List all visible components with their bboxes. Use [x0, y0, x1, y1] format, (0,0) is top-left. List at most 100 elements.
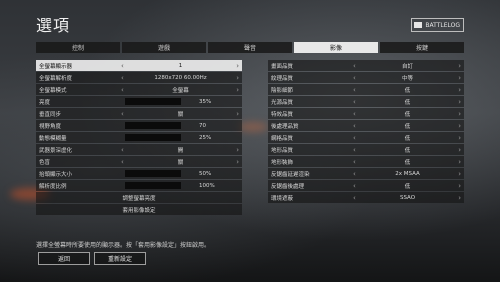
tab-audio[interactable]: 聲音 — [208, 42, 292, 53]
setting-row-antialiasing-deferred[interactable]: 反鋸齒延遲渲染 ‹ 2x MSAA › — [268, 168, 464, 179]
setting-row-field-of-view[interactable]: 視野角度 70 — [36, 120, 242, 131]
setting-row-fullscreen-display[interactable]: 全螢幕顯示器 ‹ 1 › — [36, 60, 242, 71]
setting-value: 25% — [199, 134, 212, 141]
setting-value: 低 — [404, 135, 411, 142]
setting-value: 70 — [199, 122, 206, 129]
arrow-right-icon[interactable]: › — [458, 110, 461, 118]
arrow-right-icon[interactable]: › — [236, 62, 239, 70]
setting-row-vsync[interactable]: 垂直同步 ‹ 關 › — [36, 108, 242, 119]
setting-label: 全螢幕解析度 — [39, 75, 73, 82]
setting-label: 全螢幕模式 — [39, 87, 67, 94]
setting-value: 低 — [404, 159, 411, 166]
battlelog-button[interactable]: BATTLELOG — [411, 18, 464, 32]
help-text: 選擇全螢幕時所要使用的顯示器。按「套用影像設定」按鈕啟用。 — [36, 242, 211, 249]
setting-row-lighting-quality[interactable]: 光源品質 ‹ 低 › — [268, 96, 464, 107]
setting-label: 反鋸齒延遲渲染 — [271, 171, 310, 178]
slider-track[interactable] — [125, 98, 181, 105]
arrow-right-icon[interactable]: › — [458, 86, 461, 94]
setting-label: 地形裝飾 — [271, 159, 294, 166]
setting-value: 1 — [178, 62, 183, 69]
arrow-right-icon[interactable]: › — [458, 170, 461, 178]
slider-track[interactable] — [125, 182, 181, 189]
setting-row-post-process-quality[interactable]: 後處理品質 ‹ 低 › — [268, 120, 464, 131]
setting-row-weapon-dof[interactable]: 武器景深虛化 ‹ 開 › — [36, 144, 242, 155]
setting-value: 開 — [177, 147, 184, 154]
setting-row-mesh-quality[interactable]: 網格品質 ‹ 低 › — [268, 132, 464, 143]
setting-label: 環境遮蔽 — [271, 195, 294, 202]
arrow-right-icon[interactable]: › — [458, 134, 461, 142]
arrow-right-icon[interactable]: › — [236, 86, 239, 94]
background-light — [238, 122, 268, 132]
setting-row-resolution-scale[interactable]: 解析度比例 100% — [36, 180, 242, 191]
setting-label: 視野角度 — [39, 123, 62, 130]
setting-row-graphics-quality[interactable]: 畫面品質 ‹ 自訂 › — [268, 60, 464, 71]
setting-label: 色盲 — [39, 159, 51, 166]
setting-label: 反鋸齒後處理 — [271, 183, 305, 190]
setting-row-colorblind[interactable]: 色盲 ‹ 關 › — [36, 156, 242, 167]
setting-value: 2x MSAA — [395, 170, 420, 177]
setting-label: 武器景深虛化 — [39, 147, 73, 154]
tab-keybindings[interactable]: 按鍵 — [380, 42, 464, 53]
setting-value: 50% — [199, 170, 212, 177]
left-settings-column: 全螢幕顯示器 ‹ 1 › 全螢幕解析度 ‹ 1280x720 60.00Hz ›… — [36, 60, 242, 216]
arrow-right-icon[interactable]: › — [458, 62, 461, 70]
reset-button[interactable]: 重新設定 — [94, 252, 146, 265]
setting-label: 全螢幕顯示器 — [39, 63, 73, 70]
setting-label: 特效品質 — [271, 111, 294, 118]
setting-label: 動態模糊量 — [39, 135, 67, 142]
setting-label: 解析度比例 — [39, 183, 67, 190]
settings-tabs: 控制 遊戲 聲音 影像 按鍵 — [36, 42, 464, 53]
setting-row-fullscreen-mode[interactable]: 全螢幕模式 ‹ 全螢幕 › — [36, 84, 242, 95]
setting-value: 自訂 — [401, 63, 413, 70]
arrow-right-icon[interactable]: › — [236, 110, 239, 118]
battlelog-icon — [414, 22, 423, 28]
setting-label: 抬頭顯示大小 — [39, 171, 73, 178]
setting-row-effects-quality[interactable]: 特效品質 ‹ 低 › — [268, 108, 464, 119]
setting-value: 低 — [404, 123, 411, 130]
tab-video[interactable]: 影像 — [294, 42, 378, 53]
setting-value: 關 — [177, 159, 184, 166]
setting-row-antialiasing-post[interactable]: 反鋸齒後處理 ‹ 低 › — [268, 180, 464, 191]
arrow-right-icon[interactable]: › — [236, 146, 239, 154]
page-title: 選項 — [36, 16, 71, 35]
arrow-right-icon[interactable]: › — [458, 194, 461, 202]
setting-value: 低 — [404, 99, 411, 106]
arrow-right-icon[interactable]: › — [458, 98, 461, 106]
arrow-right-icon[interactable]: › — [458, 146, 461, 154]
setting-row-hud-size[interactable]: 抬頭顯示大小 50% — [36, 168, 242, 179]
setting-row-terrain-decoration[interactable]: 地形裝飾 ‹ 低 › — [268, 156, 464, 167]
arrow-right-icon[interactable]: › — [458, 182, 461, 190]
back-button[interactable]: 返回 — [38, 252, 90, 265]
setting-value: 低 — [404, 183, 411, 190]
setting-label: 垂直同步 — [39, 111, 62, 118]
arrow-right-icon[interactable]: › — [236, 158, 239, 166]
arrow-right-icon[interactable]: › — [458, 158, 461, 166]
slider-track[interactable] — [125, 134, 181, 141]
apply-video-settings-button[interactable]: 套用影像設定 — [36, 204, 242, 215]
arrow-right-icon[interactable]: › — [236, 74, 239, 82]
setting-row-motion-blur[interactable]: 動態模糊量 25% — [36, 132, 242, 143]
setting-row-fullscreen-resolution[interactable]: 全螢幕解析度 ‹ 1280x720 60.00Hz › — [36, 72, 242, 83]
setting-value: 1280x720 60.00Hz — [154, 74, 207, 81]
setting-row-brightness[interactable]: 亮度 35% — [36, 96, 242, 107]
setting-label: 光源品質 — [271, 99, 294, 106]
setting-label: 紋理品質 — [271, 75, 294, 82]
setting-value: 中等 — [401, 75, 413, 82]
battlelog-label: BATTLELOG — [425, 21, 460, 29]
slider-track[interactable] — [125, 122, 181, 129]
setting-row-terrain-quality[interactable]: 地形品質 ‹ 低 › — [268, 144, 464, 155]
setting-label: 畫面品質 — [271, 63, 294, 70]
arrow-right-icon[interactable]: › — [458, 74, 461, 82]
setting-value: 全螢幕 — [172, 87, 189, 94]
adjust-brightness-button[interactable]: 調整螢幕亮度 — [36, 192, 242, 203]
setting-value: 100% — [199, 182, 215, 189]
slider-track[interactable] — [125, 170, 181, 177]
setting-row-ambient-occlusion[interactable]: 環境遮蔽 ‹ SSAO › — [268, 192, 464, 203]
setting-label: 陰影細節 — [271, 87, 294, 94]
setting-row-texture-quality[interactable]: 紋理品質 ‹ 中等 › — [268, 72, 464, 83]
setting-label: 後處理品質 — [271, 123, 299, 130]
tab-controls[interactable]: 控制 — [36, 42, 120, 53]
setting-row-shadow-detail[interactable]: 陰影細節 ‹ 低 › — [268, 84, 464, 95]
tab-gameplay[interactable]: 遊戲 — [122, 42, 206, 53]
arrow-right-icon[interactable]: › — [458, 122, 461, 130]
